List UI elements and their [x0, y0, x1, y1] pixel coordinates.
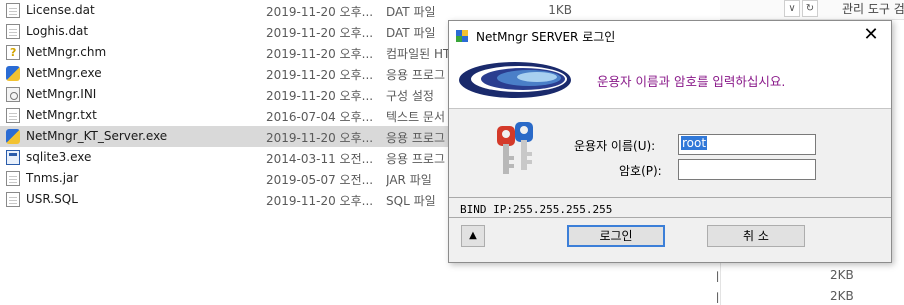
file-date: 2019-11-20 오후...	[266, 194, 374, 208]
file-size: 1KB	[548, 3, 572, 17]
document-icon	[6, 171, 20, 186]
file-date: 2019-11-20 오후...	[266, 131, 374, 145]
file-date: 2014-03-11 오전...	[266, 152, 374, 166]
text-file-icon	[6, 108, 20, 123]
partial-text: ㅣ	[712, 270, 724, 284]
username-label: 운용자 이름(U):	[574, 139, 656, 153]
password-label: 암호(P):	[619, 164, 662, 178]
password-field[interactable]	[678, 159, 816, 180]
file-size: 2KB	[830, 268, 854, 282]
username-value: root	[681, 136, 708, 150]
file-date: 2016-07-04 오후...	[266, 110, 374, 124]
file-name: NetMngr.chm	[26, 45, 107, 59]
file-name: Loghis.dat	[26, 24, 89, 38]
file-name: License.dat	[26, 3, 95, 17]
dialog-title: NetMngr SERVER 로그인	[476, 30, 616, 44]
login-form: 운용자 이름(U): root 암호(P):	[449, 110, 891, 198]
file-type: DAT 파일	[386, 5, 436, 19]
file-date: 2019-11-20 오후...	[266, 89, 374, 103]
settings-file-icon	[6, 87, 20, 102]
dropdown-button[interactable]: ∨	[784, 0, 800, 17]
keys-icon	[497, 122, 533, 174]
instruction-message: 운용자 이름과 암호를 입력하십시요.	[597, 74, 786, 89]
file-type: SQL 파일	[386, 194, 436, 208]
file-type: 응용 프로그	[386, 152, 446, 166]
username-field[interactable]: root	[678, 134, 816, 155]
document-icon	[6, 192, 20, 207]
file-name: NetMngr.txt	[26, 108, 97, 122]
document-icon	[6, 24, 20, 39]
file-name: Tnms.jar	[26, 171, 79, 185]
file-type: DAT 파일	[386, 26, 436, 40]
file-name: NetMngr.INI	[26, 87, 97, 101]
document-icon	[6, 3, 20, 18]
file-date: 2019-11-20 오후...	[266, 5, 374, 19]
file-type: 응용 프로그	[386, 68, 446, 82]
dialog-banner: 운용자 이름과 암호를 입력하십시요.	[449, 51, 891, 109]
triangle-up-icon: ▲	[469, 230, 477, 241]
console-app-icon	[6, 150, 20, 165]
close-icon: ✕	[863, 24, 879, 45]
ribbon-tab-manage[interactable]: 관리 도구 검	[842, 0, 904, 17]
file-type: 컴파일된 HT	[386, 47, 448, 61]
refresh-icon: ↻	[805, 3, 815, 14]
dialog-titlebar[interactable]: NetMngr SERVER 로그인 ✕	[449, 21, 891, 51]
file-name: NetMngr.exe	[26, 66, 102, 80]
file-row[interactable]: License.dat 2019-11-20 오후... DAT 파일 1KB	[0, 0, 720, 21]
application-icon	[6, 129, 20, 144]
bind-ip-info: BIND IP:255.255.255.255	[460, 203, 613, 216]
file-name: USR.SQL	[26, 192, 78, 206]
file-type: 구성 설정	[386, 89, 434, 103]
close-button[interactable]: ✕	[851, 21, 891, 51]
file-row[interactable]: NetMngr_KT_Server.exe 2019-11-20 오후... 응용 …	[0, 126, 448, 147]
file-size: 2KB	[830, 289, 854, 303]
app-icon	[456, 30, 468, 42]
file-name: NetMngr_KT_Server.exe	[26, 129, 168, 143]
file-date: 2019-11-20 오후...	[266, 26, 374, 40]
cancel-button[interactable]: 취 소	[707, 225, 805, 247]
file-date: 2019-11-20 오후...	[266, 68, 374, 82]
file-type: 응용 프로그	[386, 131, 446, 145]
divider	[449, 217, 891, 218]
partial-text: ㅣ	[712, 291, 724, 305]
file-type: 텍스트 문서	[386, 110, 446, 124]
help-file-icon: ?	[6, 45, 20, 60]
refresh-button[interactable]: ↻	[802, 0, 818, 17]
file-type: JAR 파일	[386, 173, 432, 187]
chevron-down-icon: ∨	[788, 3, 796, 14]
login-dialog: NetMngr SERVER 로그인 ✕ 운용자 이름과 암호를 입력하십시요.…	[448, 20, 892, 263]
expand-toggle-button[interactable]: ▲	[461, 225, 485, 247]
file-name: sqlite3.exe	[26, 150, 92, 164]
login-button[interactable]: 로그인	[567, 225, 665, 247]
file-date: 2019-05-07 오전...	[266, 173, 374, 187]
swoosh-logo	[459, 62, 571, 98]
file-date: 2019-11-20 오후...	[266, 47, 374, 61]
application-icon	[6, 66, 20, 81]
